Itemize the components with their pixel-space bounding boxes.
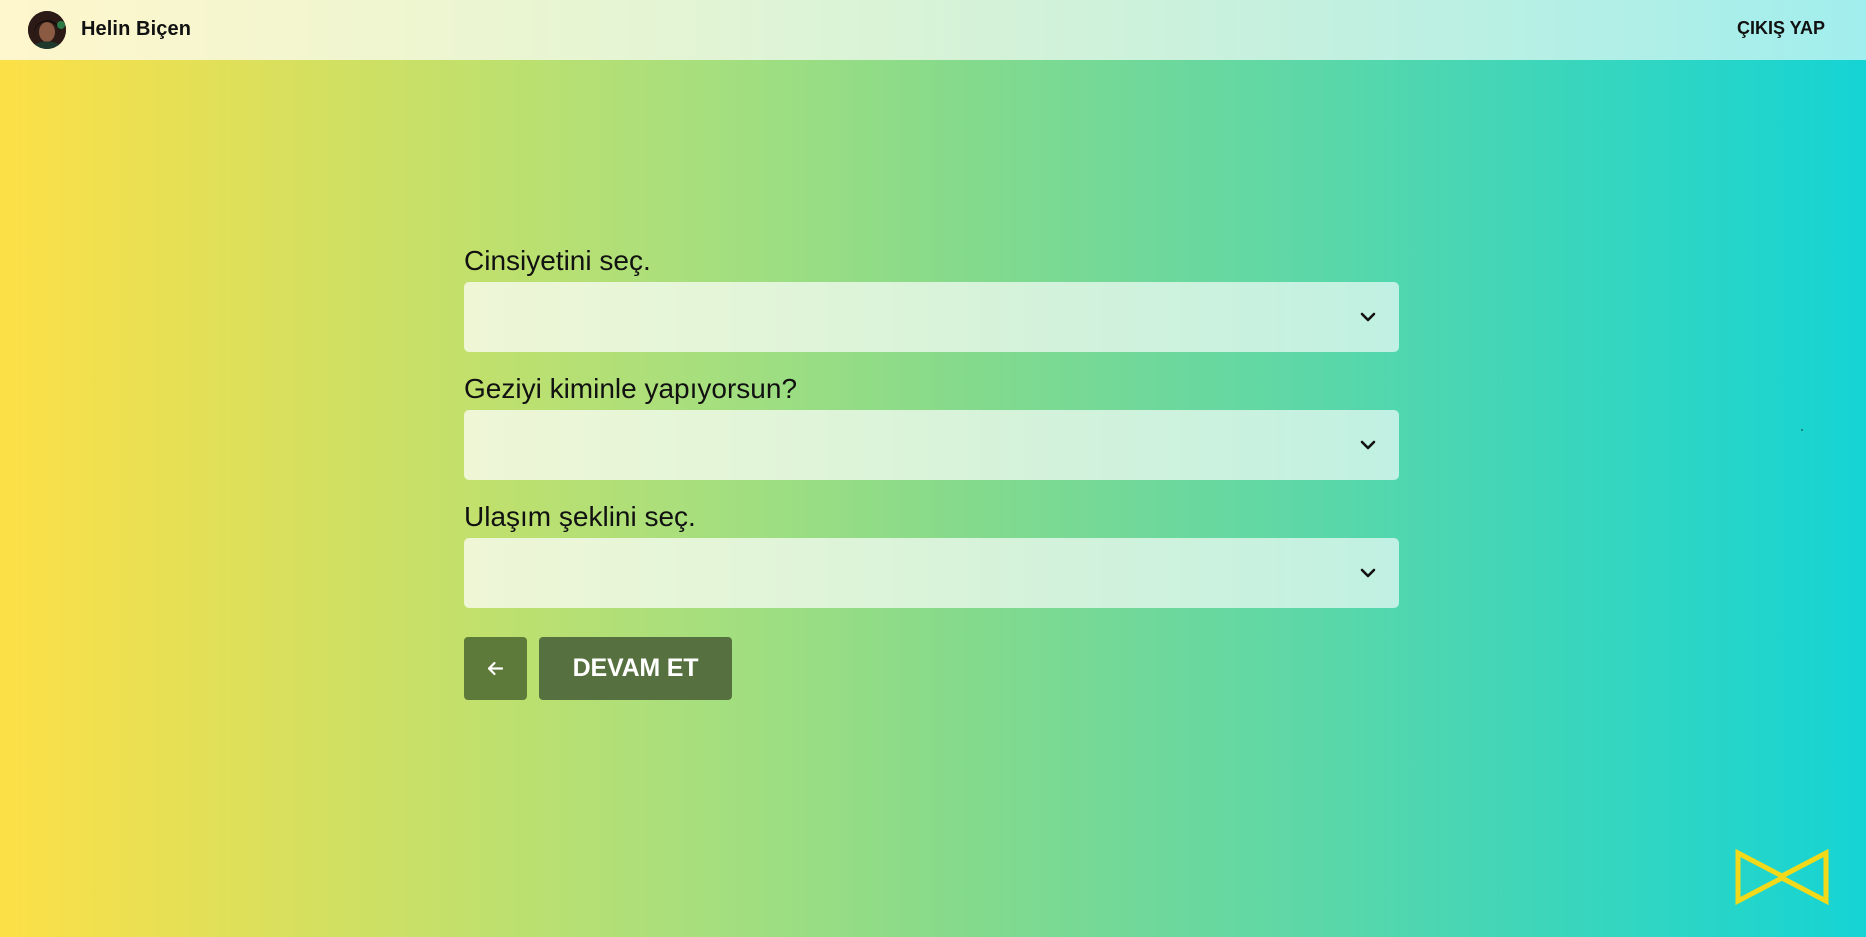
- transport-field: Ulaşım şeklini seç.: [464, 500, 1399, 608]
- avatar-photo: [28, 11, 66, 49]
- arrow-left-icon: [487, 661, 504, 676]
- transport-select[interactable]: [464, 538, 1399, 608]
- chevron-down-icon: [1360, 440, 1376, 450]
- companion-field: Geziyi kiminle yapıyorsun?: [464, 372, 1399, 480]
- user-name: Helin Biçen: [81, 18, 192, 40]
- top-bar: Helin Biçen ÇIKIŞ YAP: [0, 0, 1866, 60]
- chevron-down-icon: [1360, 568, 1376, 578]
- chevron-down-icon: [1360, 312, 1376, 322]
- gender-field: Cinsiyetini seç.: [464, 244, 1399, 352]
- brand-logo-icon: [1735, 849, 1829, 905]
- avatar[interactable]: [28, 11, 66, 49]
- continue-button[interactable]: DEVAM ET: [539, 637, 732, 700]
- transport-label: Ulaşım şeklini seç.: [464, 501, 696, 532]
- back-button[interactable]: [464, 637, 527, 700]
- decorative-dot: [1801, 429, 1803, 431]
- companion-select[interactable]: [464, 410, 1399, 480]
- gender-label: Cinsiyetini seç.: [464, 245, 651, 276]
- gender-select[interactable]: [464, 282, 1399, 352]
- trip-form: Cinsiyetini seç. Geziyi kiminle yapıyors…: [464, 244, 1399, 628]
- companion-label: Geziyi kiminle yapıyorsun?: [464, 373, 798, 404]
- logout-button[interactable]: ÇIKIŞ YAP: [1737, 18, 1825, 39]
